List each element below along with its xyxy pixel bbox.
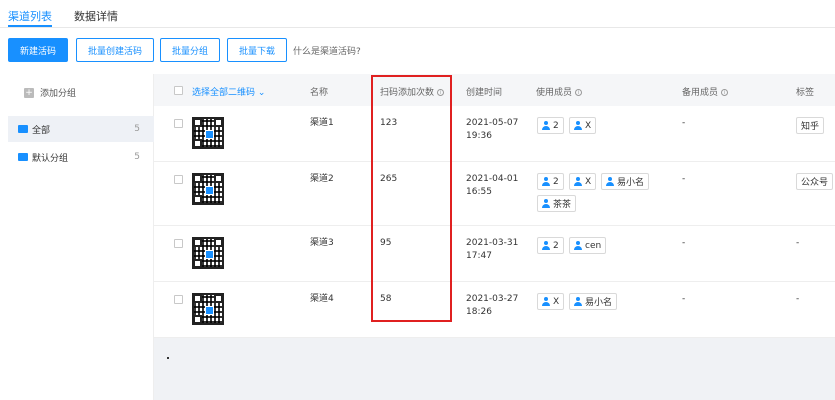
folder-icon <box>18 125 28 133</box>
member-tag[interactable]: 易小名 <box>569 293 618 310</box>
row-checkbox[interactable] <box>174 295 183 304</box>
chevron-down-icon: ⌄ <box>257 88 266 98</box>
tab-channel-list[interactable]: 渠道列表 <box>8 8 52 24</box>
help-link[interactable]: 什么是渠道活码? <box>293 44 361 57</box>
member-tag[interactable]: 易小名 <box>601 173 650 190</box>
qr-code[interactable] <box>192 173 224 205</box>
active-tab-indicator <box>8 25 52 27</box>
batch-create-button[interactable]: 批量创建活码 <box>76 38 154 62</box>
sidebar-item-all[interactable]: 全部 5 <box>8 116 154 142</box>
user-icon <box>574 241 582 250</box>
backup-member: - <box>682 294 686 304</box>
sidebar-item-label: 全部 <box>32 125 51 136</box>
user-icon <box>542 297 550 306</box>
user-icon <box>574 177 582 186</box>
select-all-dropdown[interactable]: 选择全部二维码 ⌄ <box>192 85 265 98</box>
channel-name: 渠道4 <box>310 294 334 304</box>
created-date: 2021-03-31 <box>466 238 519 248</box>
member-tag[interactable]: 2 <box>537 173 564 190</box>
member-tag[interactable]: 2 <box>537 117 564 134</box>
user-icon <box>574 121 582 130</box>
backup-member: - <box>682 174 686 184</box>
stray-dot <box>167 357 169 359</box>
table-header: 选择全部二维码 ⌄ 名称 扫码添加次数 i 创建时间 使用成员 i 备用成员 i 标签 <box>154 74 835 106</box>
info-icon[interactable]: i <box>721 89 729 96</box>
sidebar-item-count: 5 <box>134 152 140 162</box>
created-date: 2021-05-07 <box>466 118 519 128</box>
user-icon <box>574 297 582 306</box>
table-row: 渠道3 95 2021-03-31 17:47 2 cen - - <box>154 226 835 282</box>
row-checkbox[interactable] <box>174 175 183 184</box>
info-icon[interactable]: i <box>437 89 445 96</box>
member-tag[interactable]: cen <box>569 237 607 254</box>
created-time: 17:47 <box>466 251 492 261</box>
created-date: 2021-04-01 <box>466 174 519 184</box>
sidebar-item-default[interactable]: 默认分组 5 <box>8 144 154 170</box>
backup-member: - <box>682 238 686 248</box>
member-tag[interactable]: 2 <box>537 237 564 254</box>
qr-code[interactable] <box>192 293 224 325</box>
add-group-button[interactable]: + 添加分组 <box>24 86 76 99</box>
channel-tag: - <box>796 238 800 248</box>
row-checkbox[interactable] <box>174 239 183 248</box>
channel-table: 选择全部二维码 ⌄ 名称 扫码添加次数 i 创建时间 使用成员 i 备用成员 i 标签… <box>154 74 835 400</box>
backup-member: - <box>682 118 686 128</box>
user-icon <box>542 121 550 130</box>
channel-tag: - <box>796 294 800 304</box>
scan-count: 265 <box>380 174 398 184</box>
plus-icon: + <box>24 87 34 98</box>
group-sidebar: + 添加分组 全部 5 默认分组 5 <box>8 74 154 400</box>
scan-count: 58 <box>380 294 392 304</box>
member-tag[interactable]: X <box>569 117 597 134</box>
sidebar-item-label: 默认分组 <box>32 153 69 164</box>
folder-icon <box>18 153 28 161</box>
created-time: 16:55 <box>466 187 492 197</box>
sidebar-item-count: 5 <box>134 124 140 134</box>
tab-data-detail[interactable]: 数据详情 <box>74 8 118 24</box>
scan-count: 95 <box>380 238 392 248</box>
channel-tag: 知乎 <box>796 117 825 134</box>
header-name: 名称 <box>310 88 329 98</box>
row-checkbox[interactable] <box>174 119 183 128</box>
qr-code[interactable] <box>192 117 224 149</box>
scan-count: 123 <box>380 118 398 128</box>
member-tag[interactable]: 茶茶 <box>537 195 577 212</box>
info-icon[interactable]: i <box>575 89 583 96</box>
header-backup: 备用成员 i <box>682 85 729 98</box>
user-icon <box>606 177 614 186</box>
add-group-label: 添加分组 <box>40 89 77 99</box>
channel-name: 渠道2 <box>310 174 334 184</box>
table-row: 渠道2 265 2021-04-01 16:55 2 X 易小名 茶茶 - 公众… <box>154 162 835 226</box>
table-row: 渠道4 58 2021-03-27 18:26 X 易小名 - - <box>154 282 835 338</box>
member-tag[interactable]: X <box>569 173 597 190</box>
member-tag[interactable]: X <box>537 293 565 310</box>
qr-code[interactable] <box>192 237 224 269</box>
tab-bar: 渠道列表 数据详情 <box>0 0 835 28</box>
header-members: 使用成员 i <box>536 85 583 98</box>
user-icon <box>542 177 550 186</box>
header-tags: 标签 <box>796 88 815 98</box>
created-date: 2021-03-27 <box>466 294 519 304</box>
user-icon <box>542 199 550 208</box>
table-row: 渠道1 123 2021-05-07 19:36 2 X - 知乎 <box>154 106 835 162</box>
select-all-checkbox[interactable] <box>174 86 183 95</box>
header-scan-count: 扫码添加次数 i <box>380 85 445 98</box>
channel-name: 渠道1 <box>310 118 334 128</box>
header-created: 创建时间 <box>466 88 503 98</box>
user-icon <box>542 241 550 250</box>
created-time: 18:26 <box>466 307 492 317</box>
batch-group-button[interactable]: 批量分组 <box>160 38 220 62</box>
channel-name: 渠道3 <box>310 238 334 248</box>
batch-download-button[interactable]: 批量下载 <box>227 38 287 62</box>
channel-tag: 公众号 <box>796 173 834 190</box>
created-time: 19:36 <box>466 131 492 141</box>
new-code-button[interactable]: 新建活码 <box>8 38 68 62</box>
